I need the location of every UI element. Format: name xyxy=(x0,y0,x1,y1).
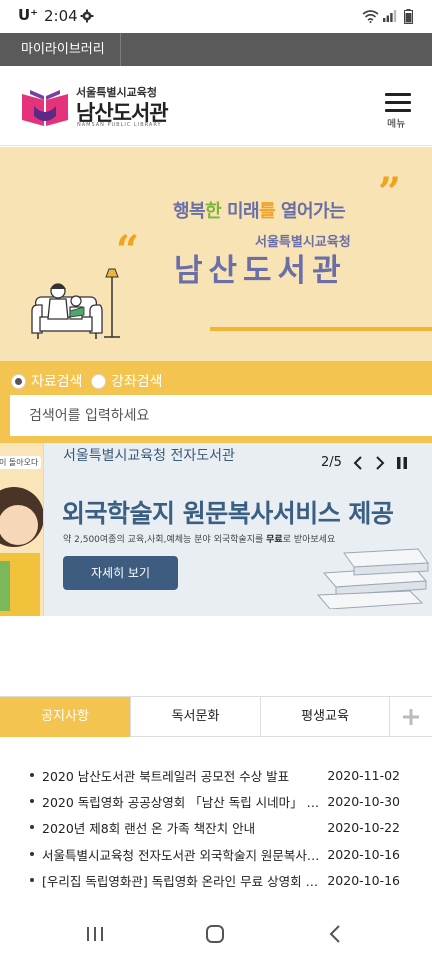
status-time: 2:04 xyxy=(44,7,78,25)
list-item[interactable]: 서울특별시교육청 전자도서관 외국학술지 원문복사서비스 제공 2020-10-… xyxy=(30,844,410,864)
hamburger-icon-bar xyxy=(385,101,411,104)
quote-open-icon: “ xyxy=(116,227,140,274)
radio-materials-search[interactable]: 자료검색 xyxy=(11,371,83,391)
back-icon[interactable] xyxy=(328,924,342,944)
library-logo[interactable]: 서울특별시교육청 남산도서관 NAMSAN PUBLIC LIBRARY xyxy=(20,84,170,130)
slogan-word: 미래 xyxy=(226,201,260,222)
slogan-word: 한 xyxy=(205,201,227,222)
slogan-word: 행복 xyxy=(173,201,206,222)
status-bar: U⁺ 2:04 xyxy=(0,0,432,33)
more-plus-icon[interactable] xyxy=(390,697,432,737)
slide-org: 서울특별시교육청 전자도서관 xyxy=(63,448,235,464)
banner-carousel: 이 돌아오다 서울특별시교육청 전자도서관 외국학술지 원문복사서비스 제공 약… xyxy=(0,443,432,616)
slide-counter: 2/5 xyxy=(321,455,342,470)
site-header: 서울특별시교육청 남산도서관 NAMSAN PUBLIC LIBRARY 메뉴 xyxy=(0,66,432,146)
slogan-word: 열어가는 xyxy=(280,201,346,222)
notice-title: 2020년 제8회 랜선 온 가족 책잔치 안내 xyxy=(42,820,256,836)
utility-bar: 마이라이브러리 xyxy=(0,33,432,66)
radio-label: 강좌검색 xyxy=(111,374,163,390)
notice-date: 2020-10-16 xyxy=(327,872,400,888)
tab-notices[interactable]: 공지사항 xyxy=(0,697,131,737)
slide-desc-bold: 무료 xyxy=(266,535,283,545)
carrier-label: U⁺ xyxy=(18,6,39,24)
notice-title: [우리집 독립영화관] 독립영화 온라인 무료 상영회 안내 xyxy=(42,873,327,889)
search-area: 자료검색 강좌검색 xyxy=(0,361,432,443)
slogan-word: 를 xyxy=(259,201,281,222)
book-logo-icon xyxy=(22,90,68,126)
bullet-icon xyxy=(30,878,34,882)
notice-date: 2020-11-02 xyxy=(327,767,400,783)
notice-date: 2020-10-22 xyxy=(327,819,400,835)
signal-icon xyxy=(383,10,397,22)
notice-date: 2020-10-30 xyxy=(327,793,400,809)
system-navigation-bar xyxy=(0,910,432,960)
gear-icon xyxy=(80,9,94,23)
radio-checked-icon xyxy=(11,373,26,389)
quote-close-icon: ” xyxy=(378,169,402,216)
tab-reading-culture[interactable]: 독서문화 xyxy=(131,697,261,737)
list-item[interactable]: 2020 남산도서관 북트레일러 공모전 수상 발표 2020-11-02 xyxy=(30,765,410,785)
notice-title: 2020 남산도서관 북트레일러 공모전 수상 발표 xyxy=(42,768,290,784)
bullet-icon xyxy=(30,825,34,829)
radio-unchecked-icon xyxy=(91,373,106,389)
menu-button[interactable]: 메뉴 xyxy=(380,92,418,130)
book-stack-illustration xyxy=(316,548,429,609)
view-details-button[interactable]: 자세히 보기 xyxy=(63,556,178,590)
logo-english-name: NAMSAN PUBLIC LIBRARY xyxy=(77,122,162,128)
my-library-link[interactable]: 마이라이브러리 xyxy=(0,33,121,66)
hero-slogan: 행복한 미래를 열어가는 xyxy=(173,197,346,223)
radio-label: 자료검색 xyxy=(31,374,83,390)
chevron-right-icon[interactable] xyxy=(374,455,386,470)
board-tabs: 공지사항 독서문화 평생교육 xyxy=(0,696,432,737)
hero-underline xyxy=(210,327,432,331)
hero-banner: ” 행복한 미래를 열어가는 “ 서울특별시교육청 남산도서관 xyxy=(0,147,432,361)
battery-icon xyxy=(404,9,413,24)
list-item[interactable]: 2020년 제8회 랜선 온 가족 책잔치 안내 2020-10-22 xyxy=(30,817,410,837)
chevron-left-icon[interactable] xyxy=(352,455,364,470)
carousel-controls: 2/5 xyxy=(321,455,408,470)
notice-title: 서울특별시교육청 전자도서관 외국학술지 원문복사서비스 제공 xyxy=(42,847,327,863)
list-item[interactable]: [우리집 독립영화관] 독립영화 온라인 무료 상영회 안내 2020-10-1… xyxy=(30,870,410,890)
hero-title: 남산도서관 xyxy=(174,253,347,289)
bullet-icon xyxy=(30,773,34,777)
cartoon-character-icon xyxy=(0,487,43,616)
home-icon[interactable] xyxy=(205,924,225,944)
list-item[interactable]: 2020 독립영화 공공상영회 「남산 독립 시네마」 운영 안내 2020-1… xyxy=(30,791,410,811)
bullet-icon xyxy=(30,852,34,856)
bullet-icon xyxy=(30,799,34,803)
radio-lecture-search[interactable]: 강좌검색 xyxy=(91,371,163,391)
recent-apps-icon[interactable] xyxy=(86,924,104,944)
slide-description: 약 2,500여종의 교육,사회,예체능 분야 외국학술지를 무료로 받아보세요 xyxy=(63,532,335,545)
hamburger-icon xyxy=(385,93,411,96)
hamburger-icon-bar xyxy=(385,109,411,112)
tab-lifelong-education[interactable]: 평생교육 xyxy=(261,697,390,737)
previous-slide-peek[interactable]: 이 돌아오다 xyxy=(0,443,44,616)
search-input[interactable] xyxy=(10,395,432,436)
wifi-icon xyxy=(362,10,379,23)
pause-icon[interactable] xyxy=(396,456,408,470)
slide-desc-text: 약 2,500여종의 교육,사회,예체능 분야 외국학술지를 xyxy=(63,535,267,545)
notice-list: 2020 남산도서관 북트레일러 공모전 수상 발표 2020-11-02 20… xyxy=(0,737,432,907)
notice-date: 2020-10-16 xyxy=(327,846,400,862)
notice-title: 2020 독립영화 공공상영회 「남산 독립 시네마」 운영 안내 xyxy=(42,794,327,810)
menu-label: 메뉴 xyxy=(387,119,406,130)
reading-family-illustration xyxy=(31,268,120,339)
previous-slide-tag: 이 돌아오다 xyxy=(0,456,42,469)
